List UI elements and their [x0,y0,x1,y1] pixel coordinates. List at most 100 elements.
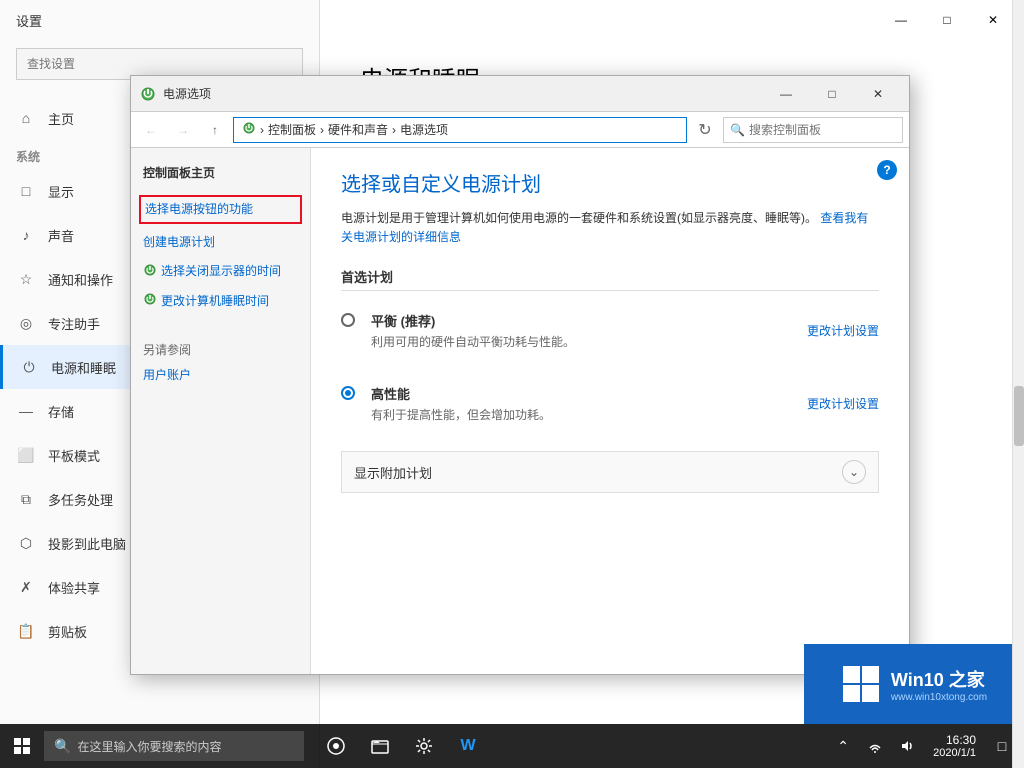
focus-icon: ◎ [16,313,36,333]
start-button[interactable] [0,724,44,768]
plan-balanced: 平衡 (推荐) 利用可用的硬件自动平衡功耗与性能。 更改计划设置 [341,303,879,358]
help-button[interactable]: ? [877,160,897,180]
plan-balanced-change-link[interactable]: 更改计划设置 [807,322,879,339]
additional-plans-row[interactable]: 显示附加计划 ⌄ [341,451,879,493]
windows-logo-icon [841,664,881,704]
word-taskbar-button[interactable]: W [446,724,490,768]
dialog-close-button[interactable]: ✕ [855,80,901,108]
plan-high-perf: 高性能 有利于提高性能，但会增加功耗。 更改计划设置 [341,376,879,431]
path-separator: › [320,123,324,137]
task-view-button[interactable] [314,724,358,768]
notification-icon: ☆ [16,269,36,289]
chevron-down-icon[interactable]: ⌄ [842,460,866,484]
settings-title: 设置 [16,11,42,30]
dialog-addressbar: ← → ↑ › 控制面板 › 硬件和声音 › 电源选项 ↻ 🔍 [131,112,909,148]
path-separator: › [392,123,396,137]
plan-balanced-radio[interactable] [341,313,355,327]
path-icon [242,121,256,138]
plan-balanced-info: 平衡 (推荐) 利用可用的硬件自动平衡功耗与性能。 [371,311,807,350]
up-button[interactable]: ↑ [201,116,229,144]
plan-balanced-desc: 利用可用的硬件自动平衡功耗与性能。 [371,333,807,350]
tablet-icon: ⬜ [16,445,36,465]
chevron-up-icon[interactable]: ⌃ [829,724,857,768]
sidebar-item-label: 存储 [48,402,74,421]
file-explorer-button[interactable] [358,724,402,768]
plan-high-perf-change-link[interactable]: 更改计划设置 [807,395,879,412]
path-part-2: 硬件和声音 [328,121,388,138]
dialog-main-title: 选择或自定义电源计划 [341,168,879,197]
plan-high-perf-desc: 有利于提高性能，但会增加功耗。 [371,406,807,423]
sidebar-item-label: 专注助手 [48,314,100,333]
power-button-function-link[interactable]: 选择电源按钮的功能 [139,195,302,224]
forward-button[interactable]: → [169,116,197,144]
plan-high-perf-radio[interactable] [341,386,355,400]
settings-titlebar: 设置 [0,0,319,40]
preferred-plans-label: 首选计划 [341,267,879,291]
plan-high-perf-info: 高性能 有利于提高性能，但会增加功耗。 [371,384,807,423]
minimize-button[interactable]: — [878,4,924,36]
plan-balanced-name: 平衡 (推荐) [371,311,807,330]
create-plan-link[interactable]: 创建电源计划 [131,228,310,257]
sidebar-item-label: 主页 [48,109,74,128]
search-icon: 🔍 [730,123,745,137]
clock-date: 2020/1/1 [933,747,976,759]
dialog-main: ? 选择或自定义电源计划 电源计划是用于管理计算机如何使用电源的一套硬件和系统设… [311,148,909,674]
maximize-button[interactable]: □ [924,4,970,36]
clipboard-icon: 📋 [16,621,36,641]
dialog-body: 控制面板主页 选择电源按钮的功能 创建电源计划 选择关闭显示器的时间 [131,148,909,674]
taskbar-search-text: 在这里输入你要搜索的内容 [77,738,221,755]
plan-high-perf-radio-area [341,386,361,400]
taskbar-center-buttons: W [314,724,490,768]
network-icon[interactable] [861,724,889,768]
taskbar-right: ⌃ 16:30 2020/1/1 □ [829,724,1024,768]
sidebar-item-label: 电源和睡眠 [51,358,116,377]
multitask-icon: ⧉ [16,489,36,509]
address-path[interactable]: › 控制面板 › 硬件和声音 › 电源选项 [233,117,687,143]
path-part-3: 电源选项 [400,121,448,138]
sleep-time-link[interactable]: 更改计算机睡眠时间 [131,286,310,317]
refresh-button[interactable]: ↻ [691,116,719,144]
choose-sleep-label[interactable]: 选择关闭显示器的时间 [161,263,281,280]
scrollbar[interactable] [1012,0,1024,768]
display-icon: □ [16,181,36,201]
address-search-area: 🔍 [723,117,903,143]
additional-plans-label: 显示附加计划 [354,463,842,482]
address-search-input[interactable] [749,123,896,137]
sidebar-item-label: 显示 [48,182,74,201]
win10-title: Win10 之家 [891,666,987,692]
choose-sleep-icon [143,263,157,280]
power-icon: ⏻ [19,357,39,377]
taskbar: 🔍 在这里输入你要搜索的内容 W ⌃ [0,724,1024,768]
taskbar-search[interactable]: 🔍 在这里输入你要搜索的内容 [44,731,304,761]
close-button[interactable]: ✕ [970,4,1016,36]
sleep-time-icon [143,292,157,311]
dialog-sidebar: 控制面板主页 选择电源按钮的功能 创建电源计划 选择关闭显示器的时间 [131,148,311,674]
taskbar-search-icon: 🔍 [54,738,71,755]
plan-balanced-radio-area [341,313,361,327]
dialog-minimize-button[interactable]: — [763,80,809,108]
project-icon: ⬡ [16,533,36,553]
dialog-title-text: 电源选项 [163,85,763,102]
choose-sleep-link[interactable]: 选择关闭显示器的时间 [131,257,310,286]
dialog-titlebar-buttons: — □ ✕ [763,80,901,108]
sidebar-item-label: 通知和操作 [48,270,113,289]
user-accounts-link[interactable]: 用户账户 [131,362,310,387]
sidebar-item-label: 剪贴板 [48,622,87,641]
scrollbar-thumb[interactable] [1014,386,1024,446]
taskbar-clock[interactable]: 16:30 2020/1/1 [925,733,984,759]
shared-icon: ✗ [16,577,36,597]
settings-taskbar-button[interactable] [402,724,446,768]
clock-time: 16:30 [933,733,976,747]
dialog-main-desc: 电源计划是用于管理计算机如何使用电源的一套硬件和系统设置(如显示器亮度、睡眠等)… [341,209,879,247]
win10-logo-area: Win10 之家 www.win10xtong.com [804,644,1024,724]
win10-text-area: Win10 之家 www.win10xtong.com [891,666,987,703]
power-options-dialog: 电源选项 — □ ✕ ← → ↑ › 控制面板 › 硬件和声音 › 电源选项 [130,75,910,675]
sidebar-item-label: 多任务处理 [48,490,113,509]
win10-subtext: www.win10xtong.com [891,692,987,703]
dialog-maximize-button[interactable]: □ [809,80,855,108]
back-button[interactable]: ← [137,116,165,144]
dialog-titlebar: 电源选项 — □ ✕ [131,76,909,112]
volume-icon[interactable] [893,724,921,768]
sleep-time-label[interactable]: 更改计算机睡眠时间 [161,293,269,310]
sound-icon: ♪ [16,225,36,245]
